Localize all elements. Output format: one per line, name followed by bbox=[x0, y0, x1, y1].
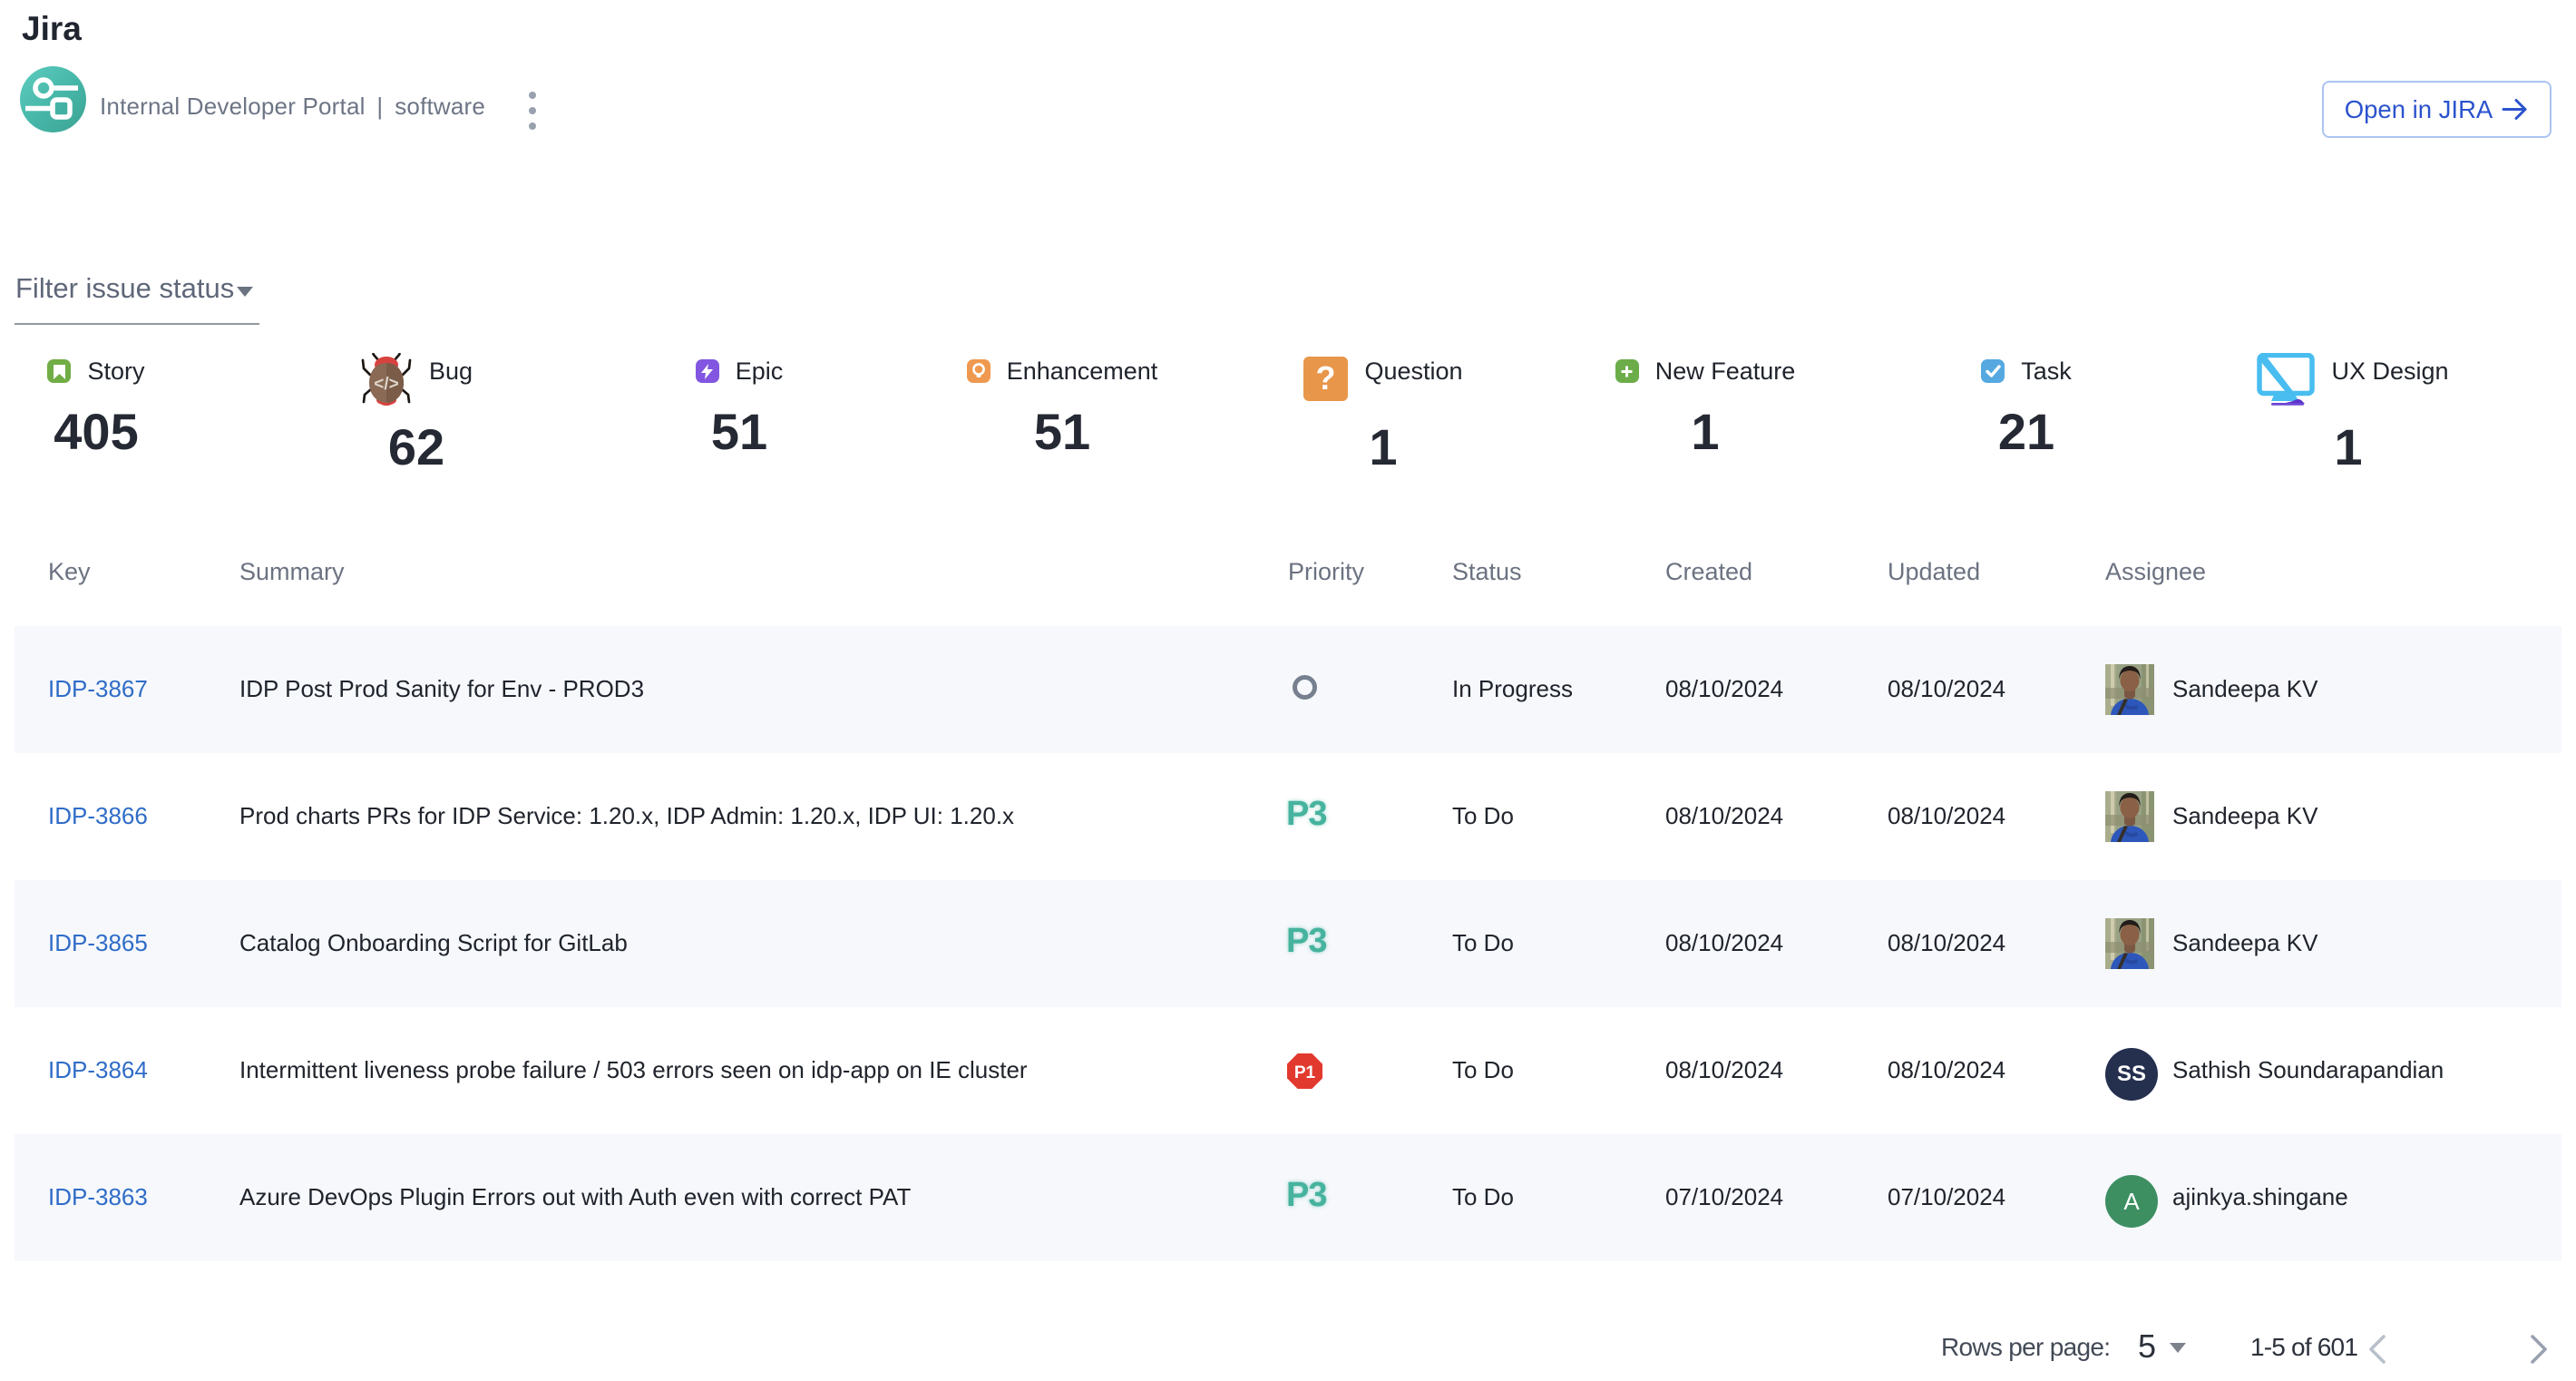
svg-text:</>: </> bbox=[374, 375, 398, 394]
svg-text:?: ? bbox=[1316, 359, 1336, 397]
svg-text:P1: P1 bbox=[1294, 1063, 1316, 1082]
